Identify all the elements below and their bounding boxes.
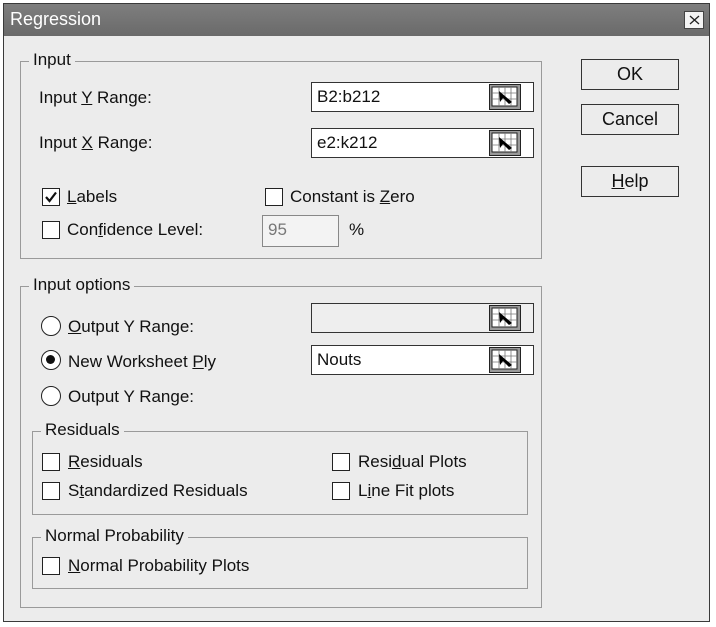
residual-plots-checkbox[interactable] (332, 453, 350, 471)
constant-is-zero-checkbox[interactable] (265, 188, 283, 206)
new-worksheet-ply-radio[interactable] (41, 350, 61, 370)
cancel-button[interactable]: Cancel (581, 104, 679, 135)
constant-is-zero-label: Constant is Zero (290, 187, 415, 206)
range-select-icon (491, 349, 518, 370)
residuals-legend: Residuals (41, 420, 124, 440)
input-x-range-label: Input X Range: (39, 133, 153, 152)
confidence-level-checkbox[interactable] (42, 221, 60, 239)
input-legend: Input (29, 50, 75, 70)
residuals-group: Residuals (32, 420, 528, 515)
line-fit-plots-label: Line Fit plots (358, 481, 455, 500)
ok-button[interactable]: OK (581, 59, 679, 90)
output-y-range-picker[interactable] (489, 305, 521, 331)
standardized-residuals-label: Standardized Residuals (68, 481, 248, 500)
output-y-range-2-label: Output Y Range: (68, 387, 195, 406)
window-title: Regression (10, 9, 102, 29)
range-select-icon (491, 307, 518, 328)
standardized-residuals-checkbox[interactable] (42, 482, 60, 500)
radio-selected-dot (46, 355, 55, 364)
residuals-checkbox[interactable] (42, 453, 60, 471)
new-worksheet-ply-label: New Worksheet Ply (68, 352, 217, 371)
output-y-range-radio[interactable] (41, 316, 61, 336)
line-fit-plots-checkbox[interactable] (332, 482, 350, 500)
labels-label: Labels (67, 187, 118, 206)
regression-dialog: Regression OK Cancel Help Input Input Y … (3, 3, 710, 622)
new-worksheet-ply-picker[interactable] (489, 347, 521, 373)
normal-probability-legend: Normal Probability (41, 526, 188, 546)
close-icon (689, 15, 700, 25)
output-y-range-2-radio[interactable] (41, 386, 61, 406)
title-bar[interactable]: Regression (4, 4, 709, 36)
confidence-level-field[interactable]: 95 (262, 215, 339, 247)
close-button[interactable] (684, 11, 704, 29)
input-options-legend: Input options (29, 275, 135, 295)
help-button[interactable]: Help (581, 166, 679, 197)
confidence-level-label: Confidence Level: (67, 220, 204, 239)
output-y-range-label: Output Y Range: (68, 317, 195, 336)
input-y-range-picker[interactable] (489, 84, 521, 110)
input-x-range-picker[interactable] (489, 130, 521, 156)
labels-checkbox[interactable] (42, 188, 60, 206)
residuals-label: Residuals (68, 452, 143, 471)
input-y-range-label: Input Y Range: (39, 88, 152, 107)
checkmark-icon (45, 191, 57, 203)
normal-probability-plots-label: Normal Probability Plots (68, 556, 250, 575)
normal-probability-plots-checkbox[interactable] (42, 557, 60, 575)
percent-symbol: % (349, 220, 365, 239)
range-select-icon (491, 132, 518, 153)
range-select-icon (491, 86, 518, 107)
residual-plots-label: Residual Plots (358, 452, 467, 471)
